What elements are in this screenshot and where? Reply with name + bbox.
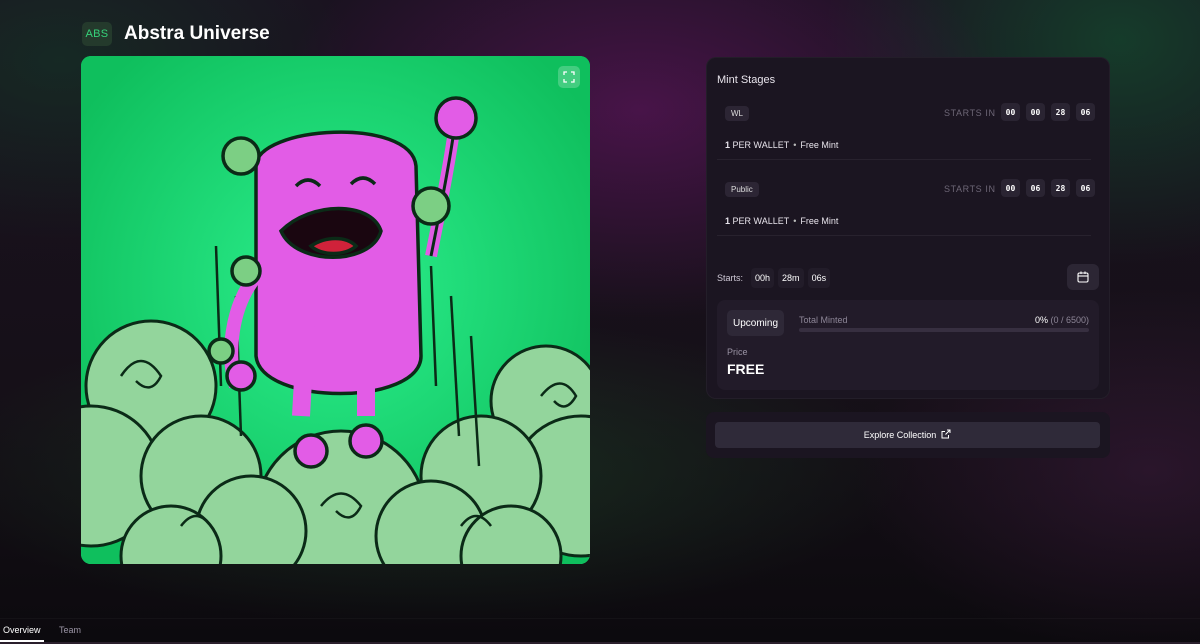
mint-status-card: Upcoming Total Minted 0% (0 / 6500) Pric… bbox=[717, 300, 1099, 390]
tab-overview[interactable]: Overview bbox=[3, 625, 41, 635]
expand-icon[interactable] bbox=[558, 66, 580, 88]
explore-collection-label: Explore Collection bbox=[863, 430, 937, 440]
wallet-limit: 1 bbox=[725, 216, 731, 226]
stage-detail: 1 PER WALLET • Free Mint bbox=[725, 140, 838, 150]
minted-percent: 0% bbox=[1034, 315, 1048, 325]
starts-seconds: 06s bbox=[807, 268, 831, 288]
mint-type: Free Mint bbox=[800, 216, 839, 226]
mint-progress-bar bbox=[799, 328, 1089, 332]
collection-header: ABS Abstra Universe bbox=[82, 22, 270, 46]
wallet-limit: 1 bbox=[725, 140, 731, 150]
countdown-hours: 06 bbox=[1026, 179, 1045, 197]
external-link-icon bbox=[941, 429, 951, 441]
starts-minutes: 28m bbox=[778, 268, 804, 288]
collection-artwork bbox=[81, 56, 590, 564]
countdown-seconds: 06 bbox=[1076, 103, 1095, 121]
mint-stage-public[interactable]: Public STARTS IN 00 06 28 06 1 PER WALLE… bbox=[717, 174, 1095, 236]
mint-type: Free Mint bbox=[800, 140, 839, 150]
artwork-illustration bbox=[81, 56, 590, 564]
separator-dot: • bbox=[793, 140, 797, 150]
countdown-minutes: 28 bbox=[1051, 179, 1070, 197]
starts-in-label: STARTS IN bbox=[944, 108, 996, 118]
starts-countdown: Starts: 00h 28m 06s bbox=[717, 268, 831, 288]
wallet-limit-text: PER WALLET bbox=[732, 140, 790, 150]
countdown-days: 00 bbox=[1001, 103, 1020, 121]
starts-in-label: STARTS IN bbox=[944, 184, 996, 194]
upcoming-status-button[interactable]: Upcoming bbox=[727, 310, 784, 336]
chain-badge: ABS bbox=[82, 22, 112, 46]
countdown-hours: 00 bbox=[1026, 103, 1045, 121]
mint-stage-wl[interactable]: WL STARTS IN 00 00 28 06 1 PER WALLET • Fr… bbox=[717, 98, 1095, 160]
price-label: Price bbox=[727, 347, 748, 357]
countdown-days: 00 bbox=[1001, 179, 1020, 197]
stage-tag: Public bbox=[725, 182, 759, 197]
countdown-minutes: 28 bbox=[1051, 103, 1070, 121]
tab-team[interactable]: Team bbox=[59, 625, 81, 635]
collection-title: Abstra Universe bbox=[124, 23, 270, 44]
total-minted-label: Total Minted bbox=[799, 315, 848, 325]
starts-label: Starts: bbox=[717, 273, 744, 283]
stage-tag: WL bbox=[725, 106, 749, 121]
separator-dot: • bbox=[793, 216, 797, 226]
minted-count: (0 / 6500) bbox=[1050, 315, 1089, 325]
mint-stages-title: Mint Stages bbox=[717, 74, 776, 86]
starts-hours: 00h bbox=[751, 268, 775, 288]
wallet-limit-text: PER WALLET bbox=[732, 216, 790, 226]
explore-panel: Explore Collection bbox=[706, 412, 1110, 458]
countdown-seconds: 06 bbox=[1076, 179, 1095, 197]
minted-value: 0% (0 / 6500) bbox=[1035, 315, 1089, 325]
price-value: FREE bbox=[727, 361, 765, 377]
calendar-icon[interactable] bbox=[1067, 264, 1099, 290]
explore-collection-button[interactable]: Explore Collection bbox=[715, 422, 1100, 448]
tab-bar: Overview Team bbox=[0, 618, 1200, 644]
stage-detail: 1 PER WALLET • Free Mint bbox=[725, 216, 838, 226]
mint-stages-panel: Mint Stages WL STARTS IN 00 00 28 06 1 P… bbox=[706, 57, 1110, 399]
